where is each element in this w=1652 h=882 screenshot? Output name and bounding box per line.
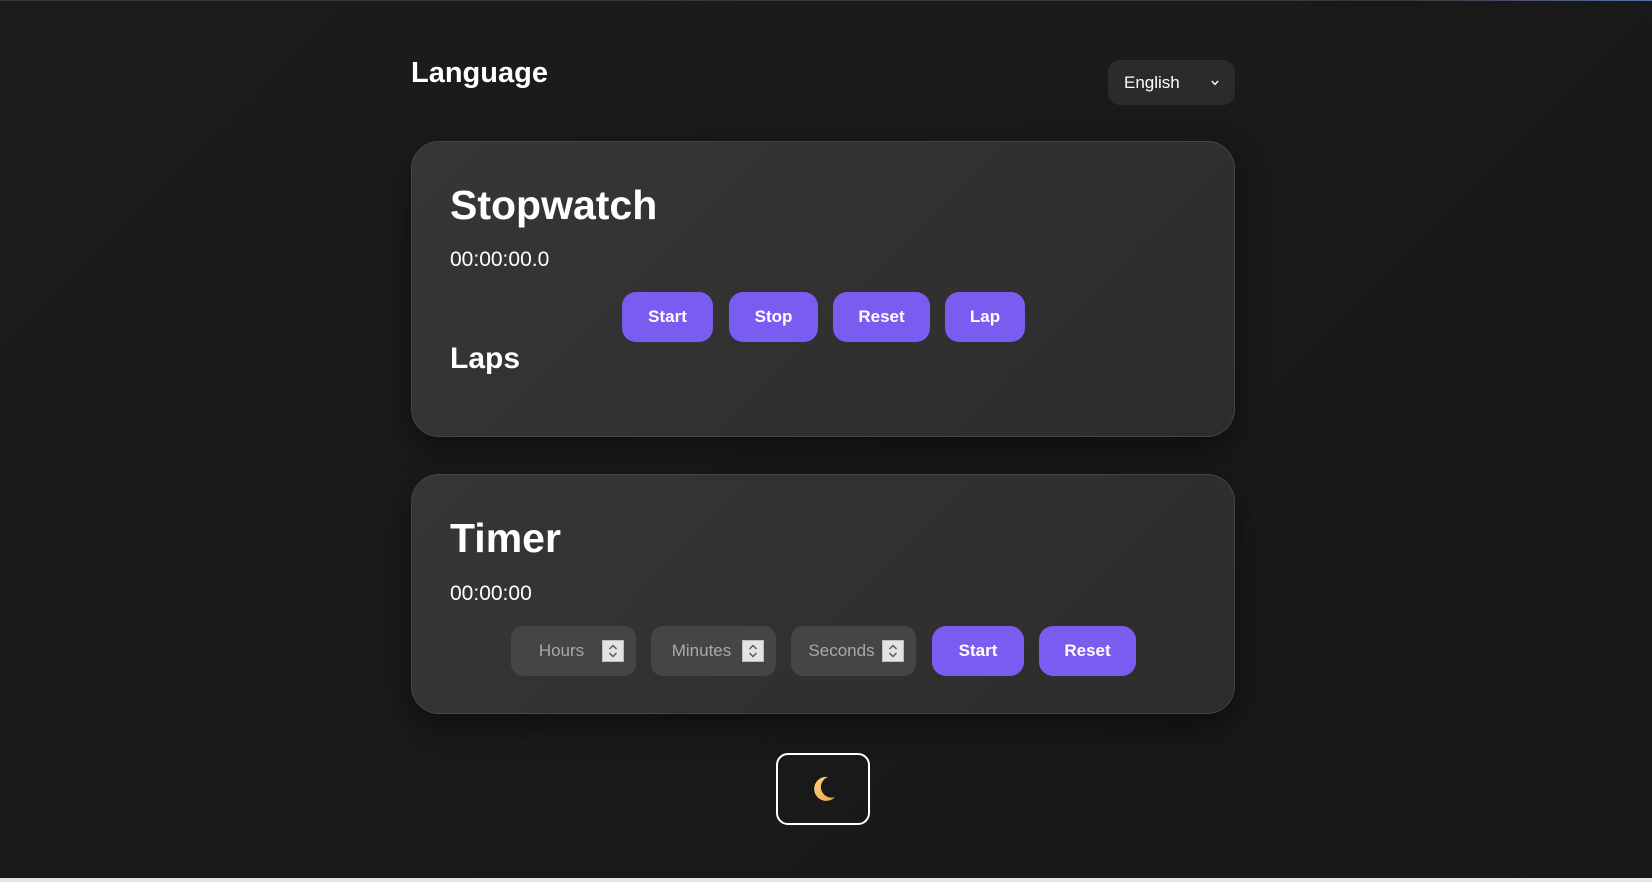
stopwatch-start-button[interactable]: Start <box>622 292 713 342</box>
timer-start-button[interactable]: Start <box>932 626 1024 676</box>
seconds-input[interactable]: Seconds <box>791 626 916 676</box>
stopwatch-card: Stopwatch 00:00:00.0 Start Stop Reset La… <box>411 141 1235 437</box>
hours-input[interactable]: Hours <box>511 626 636 676</box>
minutes-placeholder: Minutes <box>671 641 732 660</box>
minutes-spinner[interactable] <box>742 640 764 662</box>
hours-spinner[interactable] <box>602 640 624 662</box>
timer-title: Timer <box>450 515 561 561</box>
bottom-scroll-bar <box>0 878 1652 882</box>
seconds-placeholder: Seconds <box>808 641 875 660</box>
timer-display: 00:00:00 <box>450 582 532 605</box>
spinner-arrows-icon <box>609 644 617 658</box>
seconds-spinner[interactable] <box>882 640 904 662</box>
stopwatch-reset-button[interactable]: Reset <box>833 292 930 342</box>
spinner-arrows-icon <box>749 644 757 658</box>
stopwatch-title: Stopwatch <box>450 182 658 228</box>
spinner-arrows-icon <box>889 644 897 658</box>
language-title: Language <box>411 57 548 89</box>
moon-icon <box>814 776 835 801</box>
hours-placeholder: Hours <box>538 641 585 660</box>
stopwatch-display: 00:00:00.0 <box>450 248 550 271</box>
language-select-value: English <box>1124 72 1180 92</box>
theme-toggle-button[interactable] <box>776 753 870 825</box>
language-select[interactable]: English <box>1108 60 1235 105</box>
minutes-input[interactable]: Minutes <box>651 626 776 676</box>
stopwatch-lap-button[interactable]: Lap <box>945 292 1025 342</box>
timer-card: Timer 00:00:00 Hours Minutes Seconds Sta… <box>411 474 1235 714</box>
chevron-down-icon <box>1211 80 1219 85</box>
timer-reset-button[interactable]: Reset <box>1039 626 1136 676</box>
window-top-border <box>0 0 1652 1</box>
stopwatch-stop-button[interactable]: Stop <box>729 292 818 342</box>
language-row: Language English <box>411 55 1235 105</box>
laps-title: Laps <box>450 342 521 375</box>
